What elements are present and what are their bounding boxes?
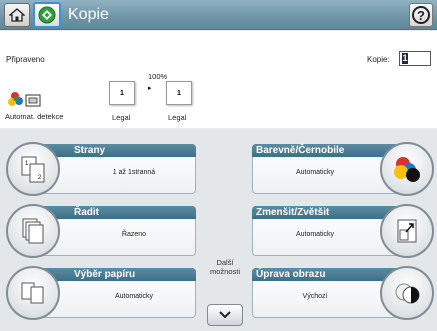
status-panel: Připraveno Kopie: 1 Automat. detekce 100… xyxy=(0,31,437,128)
reduce-tile[interactable]: Zmenšit/Zvětšit Automaticky xyxy=(0,202,437,260)
copy-size-label: Legal xyxy=(168,113,187,122)
color-value: Automaticky xyxy=(295,169,335,176)
help-button[interactable]: ? xyxy=(409,3,433,27)
copy-app-button[interactable] xyxy=(33,2,61,28)
reduce-button[interactable] xyxy=(380,204,434,258)
more-options-label-line1: Další xyxy=(216,258,234,267)
color-detect-icon[interactable] xyxy=(8,88,42,110)
app-title: Kopie xyxy=(68,6,109,23)
more-options-label: Další možnosti xyxy=(203,258,247,276)
options-area: Strany 1 až 1stranná 1 2 Řadit Řazeno Vý… xyxy=(0,129,437,331)
color-mode-icon xyxy=(394,157,420,182)
color-tile[interactable]: Barevně/Černobile Automaticky xyxy=(0,140,437,198)
home-button[interactable] xyxy=(4,3,30,27)
image-adjust-value: Výchozí xyxy=(302,293,328,300)
copy-page-preview: 1 xyxy=(166,81,192,105)
reduce-value: Automaticky xyxy=(295,231,335,238)
contrast-icon xyxy=(395,283,420,304)
resize-icon xyxy=(397,219,417,243)
color-button[interactable] xyxy=(380,142,434,196)
title-bar: Kopie ? xyxy=(0,0,437,30)
original-size-label: Legal xyxy=(112,113,131,122)
copy-app-icon xyxy=(38,6,56,24)
original-page-preview: 1 xyxy=(109,81,135,105)
copies-input[interactable]: 1 xyxy=(399,51,431,66)
home-icon xyxy=(9,8,25,22)
more-options-label-line2: možnosti xyxy=(209,267,240,276)
more-options-button[interactable] xyxy=(207,304,243,326)
chevron-down-icon xyxy=(219,311,231,319)
copy-page-number: 1 xyxy=(177,89,181,97)
status-text: Připraveno xyxy=(6,55,45,64)
copies-value: 1 xyxy=(402,53,408,65)
help-icon: ? xyxy=(412,6,430,24)
color-detect-label: Automat. detekce xyxy=(5,112,64,121)
arrow-right-icon: ▸ xyxy=(148,85,152,92)
image-adjust-button[interactable] xyxy=(380,266,434,320)
original-page-number: 1 xyxy=(120,89,124,97)
copies-label: Kopie: xyxy=(367,55,390,64)
zoom-level: 100% xyxy=(148,72,168,81)
